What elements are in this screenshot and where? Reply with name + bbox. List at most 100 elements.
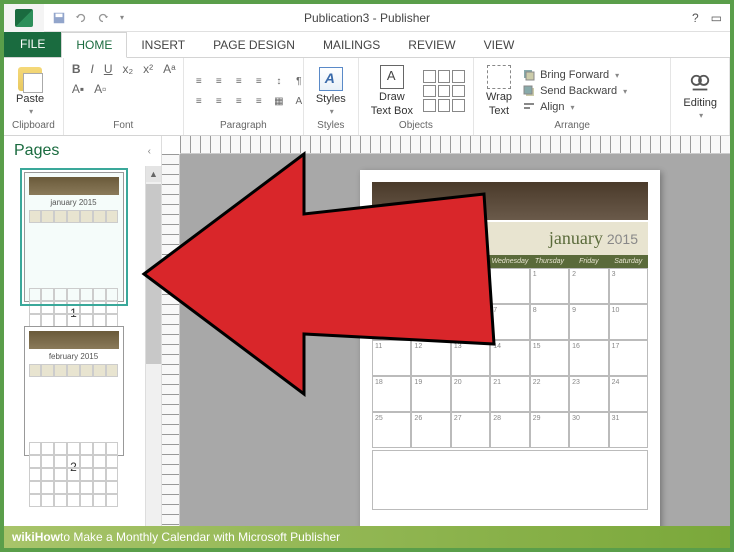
subscript-button[interactable]: x₂ [123,62,134,76]
shapes-gallery[interactable] [423,70,465,112]
paste-label: Paste [16,93,44,105]
view-tab[interactable]: VIEW [470,33,529,57]
scroll-up-icon[interactable]: ▲ [146,166,161,182]
clipboard-group: Paste ▾ Clipboard [4,58,64,135]
bring-forward-icon [522,68,536,82]
calendar-cell: 9 [569,304,608,340]
calendar-cell [451,268,490,304]
calendar-cell: 6 [451,304,490,340]
page-design-tab[interactable]: PAGE DESIGN [199,33,309,57]
underline-button[interactable]: U [104,62,113,76]
bold-button[interactable]: B [72,62,81,76]
wrap-text-button[interactable]: Wrap Text [482,63,516,119]
publisher-icon [15,9,33,27]
wrap-label: Wrap [486,91,512,103]
calendar-cell: 11 [372,340,411,376]
send-backward-button[interactable]: Send Backward ▾ [522,84,627,98]
canvas-scroll[interactable]: january 2015 Sunday Monday Tuesday Wedne… [180,154,730,526]
align-button[interactable]: Align ▾ [522,100,627,114]
decrease-indent-button[interactable]: ≡ [232,73,246,89]
home-tab[interactable]: HOME [61,32,127,58]
canvas-area: january 2015 Sunday Monday Tuesday Wedne… [162,136,730,526]
arrange-label: Arrange [482,120,662,133]
paste-icon [18,67,42,91]
calendar-cell: 4 [372,304,411,340]
textbox-label: Text Box [371,105,413,117]
caption-text: to Make a Monthly Calendar with Microsof… [60,530,340,544]
chevron-down-icon: ▾ [623,87,627,96]
paste-button[interactable]: Paste ▾ [12,65,48,118]
textbox-icon [380,65,404,89]
pages-list: january 2015 1 february 2015 2 [4,166,161,526]
calendar-cell: 16 [569,340,608,376]
save-icon[interactable] [52,11,66,25]
thumb-1-title: january 2015 [29,195,119,210]
increase-indent-button[interactable]: ≡ [252,73,266,89]
calendar-cell: 13 [451,340,490,376]
numbering-button[interactable]: ≡ [212,73,226,89]
italic-button[interactable]: I [90,62,93,76]
wrap-icon [487,65,511,89]
qat-more-icon[interactable]: ▾ [120,13,124,22]
undo-icon[interactable] [74,11,88,25]
editing-group: Editing ▾ [671,58,730,135]
calendar-cell: 18 [372,376,411,412]
justify-button[interactable]: ≡ [252,93,266,109]
calendar-cell: 22 [530,376,569,412]
calendar-cell: 27 [451,412,490,448]
pages-panel: Pages ‹ january 2015 1 february [4,136,162,526]
paragraph-group: ≡ ≡ ≡ ≡ ↕ ¶ ≡ ≡ ≡ ≡ ▦ A Paragraph [184,58,304,135]
page-thumb-2[interactable]: february 2015 2 [19,326,129,474]
redo-icon[interactable] [96,11,110,25]
highlight-button[interactable]: A▫ [94,82,106,96]
editing-group-label [679,131,721,133]
file-tab[interactable]: FILE [4,31,61,57]
calendar-cell: 26 [411,412,450,448]
ribbon-tabs: FILE HOME INSERT PAGE DESIGN MAILINGS RE… [4,32,730,58]
horizontal-ruler[interactable] [180,136,730,154]
calendar-cell: 15 [530,340,569,376]
ribbon-options-icon[interactable]: ▭ [711,11,722,25]
change-case-button[interactable]: Aᵃ [163,62,175,76]
document-page[interactable]: january 2015 Sunday Monday Tuesday Wedne… [360,170,660,526]
calendar-cell: 7 [490,304,529,340]
insert-tab[interactable]: INSERT [127,33,199,57]
day-mon: Monday [411,255,450,268]
window-title: Publication3 - Publisher [304,11,430,25]
bring-forward-button[interactable]: Bring Forward ▾ [522,68,627,82]
page-thumb-1[interactable]: january 2015 1 [19,172,129,320]
review-tab[interactable]: REVIEW [394,33,469,57]
editing-button[interactable]: Editing ▾ [679,71,721,122]
chevron-down-icon: ▾ [330,107,334,116]
objects-group: Draw Text Box Objects [359,58,474,135]
calendar-cell: 19 [411,376,450,412]
scrollbar-thumb[interactable] [146,184,161,364]
pages-title: Pages [14,142,59,160]
align-center-button[interactable]: ≡ [212,93,226,109]
vertical-ruler[interactable] [162,154,180,526]
calendar-cell: 1 [530,268,569,304]
line-spacing-button[interactable]: ↕ [272,73,286,89]
arrange-group: Wrap Text Bring Forward ▾ Send Backward … [474,58,671,135]
superscript-button[interactable]: x² [143,62,153,76]
bring-forward-label: Bring Forward [540,69,609,81]
columns-button[interactable]: ▦ [272,93,286,109]
calendar-cell: 21 [490,376,529,412]
calendar-grid: 1234567891011121314151617181920212223242… [372,268,648,448]
app-menu[interactable] [4,4,44,32]
draw-text-box-button[interactable]: Draw Text Box [367,63,417,119]
calendar-cell [490,268,529,304]
bullets-button[interactable]: ≡ [192,73,206,89]
align-right-button[interactable]: ≡ [232,93,246,109]
styles-button[interactable]: Styles ▾ [312,65,350,118]
mailings-tab[interactable]: MAILINGS [309,33,394,57]
collapse-icon[interactable]: ‹ [148,146,151,157]
calendar-cell: 20 [451,376,490,412]
pages-scrollbar[interactable]: ▲ [145,166,161,526]
objects-label: Objects [367,120,465,133]
align-left-button[interactable]: ≡ [192,93,206,109]
help-button[interactable]: ? [692,11,699,25]
font-color-button[interactable]: A▪ [72,82,84,96]
calendar-cell: 17 [609,340,648,376]
pages-header: Pages ‹ [4,136,161,166]
